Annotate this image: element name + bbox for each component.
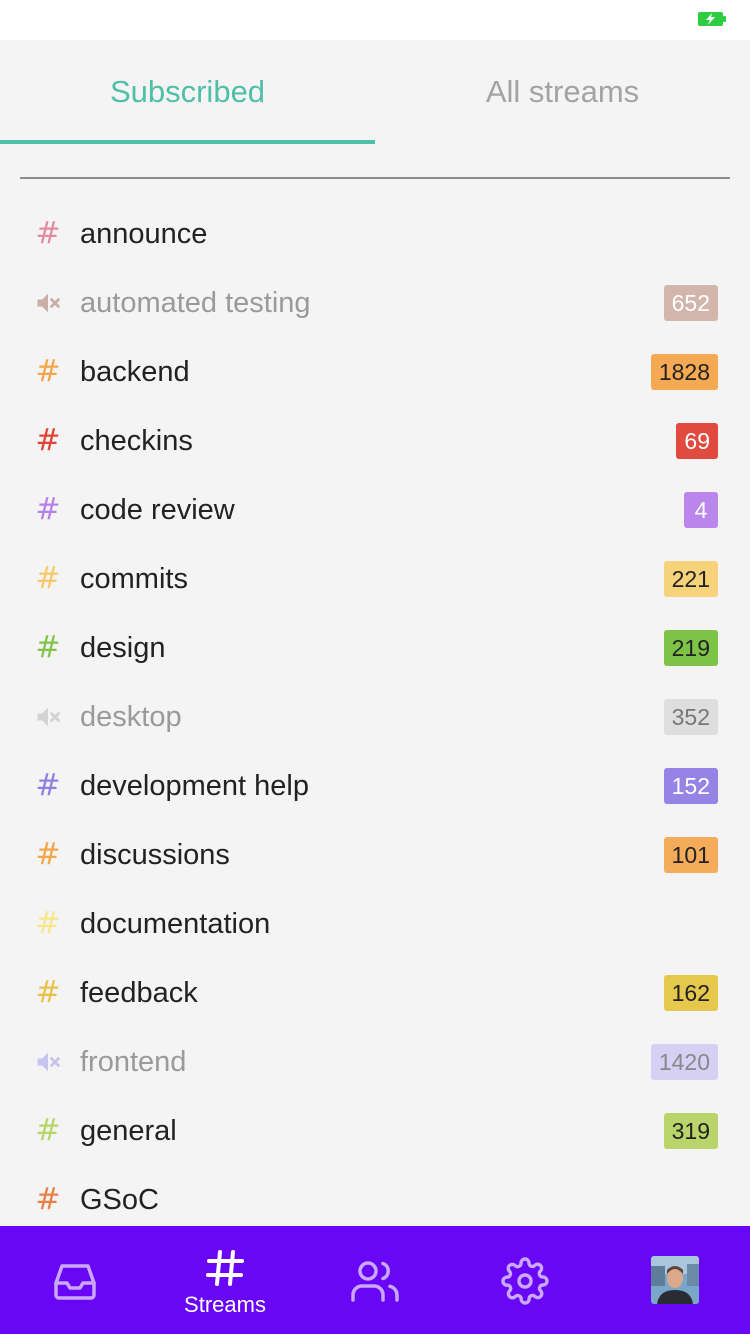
- unread-count-badge: 1828: [650, 354, 718, 390]
- stream-name: automated testing: [80, 287, 311, 319]
- stream-name: announce: [80, 218, 208, 250]
- unread-count-badge: 101: [663, 837, 718, 873]
- stream-name: development help: [80, 770, 309, 802]
- hash-icon: #: [35, 492, 61, 527]
- tab-streams-label: Streams: [184, 1292, 266, 1317]
- hash-icon: #: [35, 216, 61, 251]
- hash-icon: #: [35, 1113, 61, 1148]
- stream-row-announce[interactable]: # announce: [0, 200, 750, 269]
- hash-icon: #: [35, 630, 61, 665]
- settings-icon: [501, 1257, 549, 1305]
- unread-count-badge: 219: [663, 630, 718, 666]
- stream-name: documentation: [80, 908, 271, 940]
- unread-count-badge: 352: [663, 699, 718, 735]
- stream-row-commits[interactable]: # commits 221: [0, 545, 750, 614]
- stream-row-automated-testing[interactable]: automated testing 652: [0, 269, 750, 338]
- muted-speaker-icon: [34, 1048, 62, 1076]
- stream-row-desktop[interactable]: desktop 352: [0, 683, 750, 752]
- stream-name: checkins: [80, 425, 193, 457]
- hash-icon: [206, 1250, 244, 1286]
- stream-list: # announce automated testing 652 # backend 182…: [0, 200, 750, 1235]
- unread-count-badge: 319: [663, 1113, 718, 1149]
- inbox-icon: [54, 1264, 96, 1300]
- stream-name: feedback: [80, 977, 198, 1009]
- stream-row-backend[interactable]: # backend 1828: [0, 338, 750, 407]
- hash-icon: #: [35, 561, 61, 596]
- stream-row-discussions[interactable]: # discussions 101: [0, 821, 750, 890]
- stream-name: GSoC: [80, 1184, 159, 1216]
- stream-name: frontend: [80, 1046, 187, 1078]
- unread-count-badge: 4: [684, 492, 718, 528]
- tab-all-streams[interactable]: All streams: [375, 40, 750, 144]
- unread-count-badge: 152: [663, 768, 718, 804]
- status-bar: [0, 0, 750, 40]
- tab-settings[interactable]: [450, 1226, 600, 1334]
- stream-row-development-help[interactable]: # development help 152: [0, 752, 750, 821]
- stream-row-general[interactable]: # general 319: [0, 1097, 750, 1166]
- stream-name: code review: [80, 494, 235, 526]
- stream-row-code-review[interactable]: # code review 4: [0, 476, 750, 545]
- hash-icon: #: [35, 423, 61, 458]
- stream-name: general: [80, 1115, 177, 1147]
- stream-row-design[interactable]: # design 219: [0, 614, 750, 683]
- hash-icon: #: [35, 354, 61, 389]
- stream-row-frontend[interactable]: frontend 1420: [0, 1028, 750, 1097]
- unread-count-badge: 162: [663, 975, 718, 1011]
- stream-name: discussions: [80, 839, 230, 871]
- people-icon: [351, 1261, 399, 1302]
- unread-count-badge: 1420: [650, 1044, 718, 1080]
- stream-row-feedback[interactable]: # feedback 162: [0, 959, 750, 1028]
- stream-name: desktop: [80, 701, 182, 733]
- tab-all-streams-label: All streams: [485, 74, 640, 109]
- stream-row-checkins[interactable]: # checkins 69: [0, 407, 750, 476]
- active-tab-indicator: [0, 140, 375, 144]
- hash-icon: #: [35, 906, 61, 941]
- stream-name: design: [80, 632, 166, 664]
- avatar[interactable]: [651, 1256, 699, 1304]
- tab-people[interactable]: [300, 1226, 450, 1334]
- avatar-image: [651, 1256, 699, 1304]
- stream-row-documentation[interactable]: # documentation: [0, 890, 750, 959]
- muted-speaker-icon: [34, 703, 62, 731]
- hash-icon: #: [35, 975, 61, 1010]
- tab-subscribed-label: Subscribed: [109, 74, 266, 109]
- hash-icon: #: [35, 837, 61, 872]
- unread-count-badge: 69: [676, 423, 718, 459]
- bottom-tab-bar: Streams: [0, 1226, 750, 1334]
- tab-inbox[interactable]: [0, 1226, 150, 1334]
- tab-subscribed[interactable]: Subscribed: [0, 40, 375, 144]
- stream-row-gsoc[interactable]: # GSoC: [0, 1166, 750, 1235]
- muted-speaker-icon: [34, 289, 62, 317]
- hash-icon: #: [35, 1182, 61, 1217]
- battery-charging-icon: [698, 12, 726, 26]
- unread-count-badge: 221: [663, 561, 718, 597]
- stream-tabs: Subscribed All streams: [0, 40, 750, 144]
- stream-name: backend: [80, 356, 190, 388]
- divider: [20, 177, 730, 179]
- hash-icon: #: [35, 768, 61, 803]
- stream-name: commits: [80, 563, 188, 595]
- tab-streams[interactable]: Streams: [150, 1226, 300, 1334]
- unread-count-badge: 652: [663, 285, 718, 321]
